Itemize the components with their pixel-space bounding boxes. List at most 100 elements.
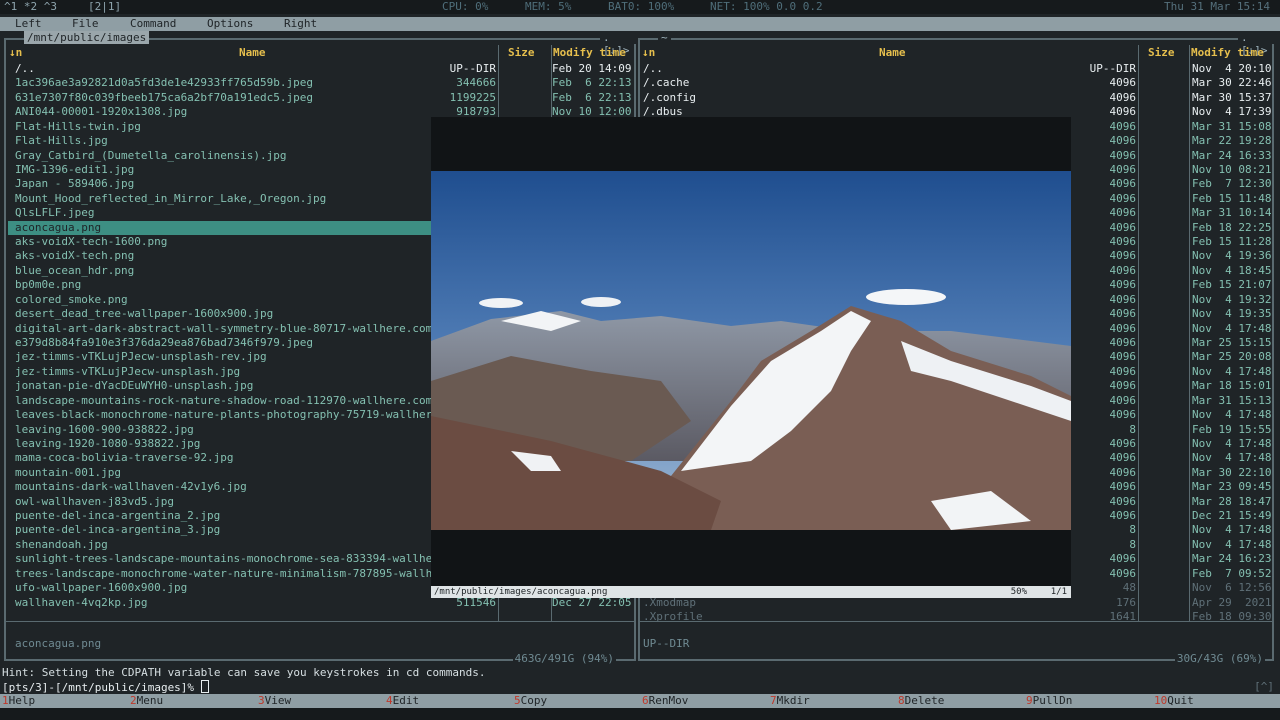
- file-mtime: Nov 4 17:48: [1192, 537, 1272, 551]
- fkey-label: Quit: [1167, 694, 1194, 707]
- file-row[interactable]: IMG-1396-edit1.jpg: [8, 163, 496, 177]
- file-row[interactable]: puente-del-inca-argentina_2.jpg: [8, 509, 496, 523]
- file-row[interactable]: Gray_Catbird_(Dumetella_carolinensis).jp…: [8, 149, 496, 163]
- fkey-menu[interactable]: 2Menu: [130, 694, 163, 708]
- file-mtime: Nov 4 17:48: [1192, 364, 1272, 378]
- file-row[interactable]: ufo-wallpaper-1600x900.jpg: [8, 581, 496, 595]
- file-size: 4096: [1109, 451, 1137, 465]
- left-panel-path[interactable]: /mnt/public/images: [24, 31, 150, 44]
- battery-status: BAT0: 100%: [608, 0, 675, 13]
- fkey-pulldn[interactable]: 9PullDn: [1026, 694, 1072, 708]
- file-row[interactable]: jez-timms-vTKLujPJecw-unsplash-rev.jpg: [8, 350, 496, 364]
- menu-right[interactable]: Right: [284, 17, 317, 31]
- file-size: 4096: [1109, 220, 1137, 234]
- left-sort-toggle[interactable]: .[↓]>: [600, 31, 636, 57]
- fkey-renmov[interactable]: 6RenMov: [642, 694, 688, 708]
- file-row[interactable]: 1ac396ae3a92821d0a5fd3de1e42933ff765d59b…: [8, 76, 496, 90]
- file-size: 4096: [1109, 105, 1137, 119]
- layout-indicator: [2|1]: [88, 0, 122, 13]
- file-row[interactable]: /..: [642, 62, 1136, 76]
- right-header-sort[interactable]: ↓n: [642, 46, 655, 59]
- file-size: 4096: [1109, 465, 1137, 479]
- fkey-help[interactable]: 1Help: [2, 694, 35, 708]
- right-header-size[interactable]: Size: [1148, 46, 1175, 59]
- file-row[interactable]: trees-landscape-monochrome-water-nature-…: [8, 567, 496, 581]
- file-size: 8: [1129, 537, 1136, 551]
- file-size: 4096: [1109, 177, 1137, 191]
- file-row[interactable]: /..: [8, 62, 496, 76]
- file-size: UP--DIR: [1089, 62, 1136, 75]
- fkey-quit[interactable]: 10Quit: [1154, 694, 1194, 708]
- file-row[interactable]: shenandoah.jpg: [8, 538, 496, 552]
- file-row[interactable]: Japan - 589406.jpg: [8, 177, 496, 191]
- fkey-label: Copy: [520, 694, 548, 707]
- menu-file[interactable]: File: [72, 17, 99, 31]
- file-row[interactable]: leaving-1600-900-938822.jpg: [8, 423, 496, 437]
- file-size: 4096: [1109, 162, 1137, 176]
- shell-prompt[interactable]: [pts/3]-[/mnt/public/images]%: [2, 680, 209, 694]
- menu-options[interactable]: Options: [207, 17, 253, 31]
- file-row[interactable]: leaving-1920-1080-938822.jpg: [8, 437, 496, 451]
- right-header-mtime[interactable]: Modify time: [1191, 46, 1264, 59]
- file-row[interactable]: aks-voidX-tech-1600.png: [8, 235, 496, 249]
- file-row[interactable]: blue_ocean_hdr.png: [8, 264, 496, 278]
- fkey-edit[interactable]: 4Edit: [386, 694, 419, 708]
- file-name: /..: [643, 62, 663, 75]
- file-row[interactable]: aconcagua.png: [8, 220, 496, 235]
- file-row[interactable]: e379d8b84fa910e3f376da29ea876bad7346f979…: [8, 336, 496, 350]
- file-row[interactable]: mama-coca-bolivia-traverse-92.jpg: [8, 451, 496, 465]
- file-row[interactable]: /.cache: [642, 76, 1136, 90]
- fkey-label: Edit: [392, 694, 420, 707]
- left-header-mtime[interactable]: Modify time: [553, 46, 626, 59]
- file-row[interactable]: Flat-Hills-twin.jpg: [8, 120, 496, 134]
- left-header-size[interactable]: Size: [508, 46, 535, 59]
- file-row[interactable]: ANI044-00001-1920x1308.jpg: [8, 105, 496, 119]
- file-row[interactable]: QlsLFLF.jpeg: [8, 206, 496, 220]
- file-name: mama-coca-bolivia-traverse-92.jpg: [15, 451, 234, 465]
- file-row[interactable]: mountain-001.jpg: [8, 466, 496, 480]
- file-row[interactable]: jonatan-pie-dYacDEuWYH0-unsplash.jpg: [8, 379, 496, 393]
- file-mtime: Nov 4 18:45: [1192, 263, 1272, 277]
- fkey-delete[interactable]: 8Delete: [898, 694, 944, 708]
- file-row[interactable]: bp0m0e.png: [8, 278, 496, 292]
- file-name: digital-art-dark-abstract-wall-symmetry-…: [15, 321, 446, 335]
- file-row[interactable]: colored_smoke.png: [8, 293, 496, 307]
- file-name: wallhaven-4vq2kp.jpg: [15, 595, 148, 609]
- left-header-name[interactable]: Name: [239, 46, 266, 59]
- history-toggle[interactable]: [^]: [1254, 680, 1274, 693]
- file-row[interactable]: owl-wallhaven-j83vd5.jpg: [8, 495, 496, 509]
- fkey-label: Delete: [904, 694, 945, 707]
- file-row[interactable]: Mount_Hood_reflected_in_Mirror_Lake,_Ore…: [8, 192, 496, 206]
- file-row[interactable]: mountains-dark-wallhaven-42v1y6.jpg: [8, 480, 496, 494]
- fkey-number: 6: [642, 694, 649, 707]
- file-row[interactable]: 631e7307f80c039fbeeb175ca6a2bf70a191edc5…: [8, 91, 496, 105]
- file-row[interactable]: leaves-black-monochrome-nature-plants-ph…: [8, 408, 496, 422]
- file-mtime: Nov 4 17:48: [1192, 408, 1272, 422]
- workspace-indicator[interactable]: ^1 *2 ^3: [4, 0, 57, 14]
- file-row[interactable]: sunlight-trees-landscape-mountains-monoc…: [8, 552, 496, 566]
- fkey-number: 10: [1154, 694, 1168, 707]
- file-row[interactable]: desert_dead_tree-wallpaper-1600x900.jpg: [8, 307, 496, 321]
- file-row[interactable]: digital-art-dark-abstract-wall-symmetry-…: [8, 322, 496, 336]
- file-row[interactable]: Flat-Hills.jpg: [8, 134, 496, 148]
- image-preview-window[interactable]: /mnt/public/images/aconcagua.png 50% 1/1: [431, 117, 1071, 598]
- file-mtime: Nov 6 12:56: [1192, 581, 1272, 595]
- file-row[interactable]: puente-del-inca-argentina_3.jpg: [8, 523, 496, 537]
- menu-left[interactable]: Left: [15, 17, 42, 31]
- right-panel-path[interactable]: ~: [658, 31, 671, 44]
- file-name: aconcagua.png: [15, 220, 102, 234]
- menu-command[interactable]: Command: [130, 17, 176, 31]
- right-sort-toggle[interactable]: .[↓]>: [1238, 31, 1274, 57]
- fkey-copy[interactable]: 5Copy: [514, 694, 547, 708]
- cursor: [200, 680, 209, 693]
- right-header-name[interactable]: Name: [879, 46, 906, 59]
- file-row[interactable]: aks-voidX-tech.png: [8, 249, 496, 263]
- fkey-view[interactable]: 3View: [258, 694, 291, 708]
- file-row[interactable]: wallhaven-4vq2kp.jpg: [8, 596, 496, 610]
- file-row[interactable]: /.config: [642, 91, 1136, 105]
- file-row[interactable]: jez-timms-vTKLujPJecw-unsplash.jpg: [8, 365, 496, 379]
- file-size: 4096: [1109, 263, 1137, 277]
- left-header-sort[interactable]: ↓n: [9, 46, 22, 59]
- fkey-mkdir[interactable]: 7Mkdir: [770, 694, 810, 708]
- file-row[interactable]: landscape-mountains-rock-nature-shadow-r…: [8, 394, 496, 408]
